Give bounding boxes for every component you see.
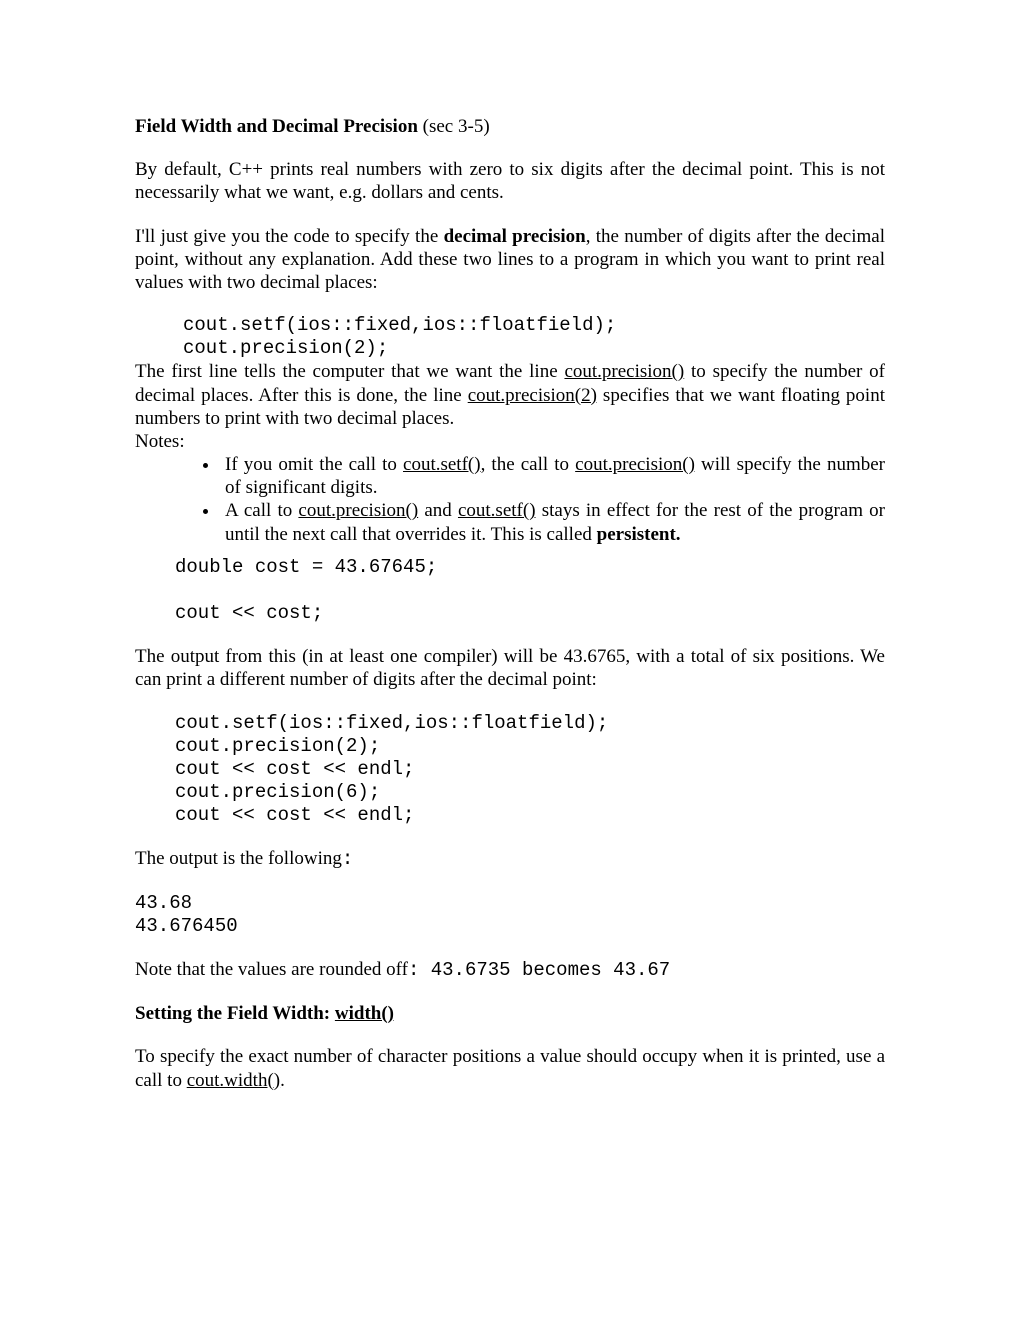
ref-cout-setf: cout.setf() bbox=[403, 454, 481, 475]
paragraph-width: To specify the exact number of character… bbox=[135, 1045, 885, 1091]
text: The output is the following bbox=[135, 848, 342, 869]
paragraph-precision: I'll just give you the code to specify t… bbox=[135, 225, 885, 295]
ref-cout-width: cout.width() bbox=[187, 1070, 280, 1091]
code-precision-demo: cout.setf(ios::fixed,ios::floatfield); c… bbox=[135, 712, 885, 828]
paragraph-output-explain: The output from this (in at least one co… bbox=[135, 645, 885, 691]
ref-cout-precision: cout.precision() bbox=[298, 500, 418, 521]
text: I'll just give you the code to specify t… bbox=[135, 226, 444, 247]
text: Setting the Field Width: bbox=[135, 1003, 335, 1024]
output-values: 43.68 43.676450 bbox=[135, 892, 885, 938]
title-bold: Field Width and Decimal Precision bbox=[135, 116, 418, 137]
code-rounding-example: : 43.6735 becomes 43.67 bbox=[408, 959, 670, 981]
code-double-cost: double cost = 43.67645; cout << cost; bbox=[135, 556, 885, 626]
list-item: A call to cout.precision() and cout.setf… bbox=[220, 499, 885, 545]
ref-cout-precision: cout.precision() bbox=[575, 454, 695, 475]
paragraph-explain: The first line tells the computer that w… bbox=[135, 360, 885, 430]
ref-cout-precision: cout.precision() bbox=[564, 361, 684, 382]
paragraph-rounding: Note that the values are rounded off: 43… bbox=[135, 958, 885, 982]
text: : bbox=[342, 848, 353, 870]
paragraph-output-label: The output is the following: bbox=[135, 847, 885, 871]
title-rest: (sec 3-5) bbox=[418, 116, 490, 137]
text: If you omit the call to bbox=[225, 454, 403, 475]
page-title: Field Width and Decimal Precision (sec 3… bbox=[135, 115, 885, 138]
ref-width: width() bbox=[335, 1003, 394, 1024]
code-setf-precision: cout.setf(ios::fixed,ios::floatfield); c… bbox=[135, 314, 885, 360]
text: , the call to bbox=[481, 454, 576, 475]
text: Note that the values are rounded off bbox=[135, 959, 408, 980]
ref-cout-setf: cout.setf() bbox=[458, 500, 536, 521]
document-page: Field Width and Decimal Precision (sec 3… bbox=[0, 0, 1020, 1092]
paragraph-intro: By default, C++ prints real numbers with… bbox=[135, 158, 885, 204]
text: The first line tells the computer that w… bbox=[135, 361, 564, 382]
ref-cout-precision-2: cout.precision(2) bbox=[468, 385, 597, 406]
text: A call to bbox=[225, 500, 298, 521]
list-item: If you omit the call to cout.setf(), the… bbox=[220, 453, 885, 499]
text: . bbox=[280, 1070, 285, 1091]
term-persistent: persistent. bbox=[597, 524, 681, 545]
heading-field-width: Setting the Field Width: width() bbox=[135, 1002, 885, 1025]
notes-label: Notes: bbox=[135, 430, 885, 453]
text: and bbox=[418, 500, 458, 521]
notes-list: If you omit the call to cout.setf(), the… bbox=[135, 453, 885, 546]
term-decimal-precision: decimal precision bbox=[444, 226, 586, 247]
